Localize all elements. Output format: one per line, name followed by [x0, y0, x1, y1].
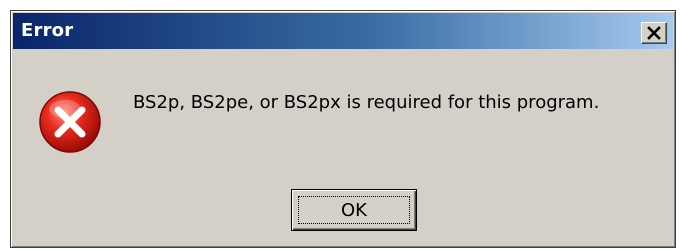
- dialog-title: Error: [21, 20, 74, 41]
- ok-button-label: OK: [341, 199, 367, 221]
- error-message: BS2p, BS2pe, or BS2px is required for th…: [133, 92, 600, 113]
- ok-button[interactable]: OK: [291, 189, 417, 231]
- title-bar[interactable]: Error: [13, 13, 673, 49]
- error-icon: [39, 91, 101, 153]
- close-icon: [647, 26, 661, 40]
- error-dialog: Error BS2p, BS2pe, or BS2px is required …: [10, 10, 676, 248]
- close-button[interactable]: [641, 22, 667, 44]
